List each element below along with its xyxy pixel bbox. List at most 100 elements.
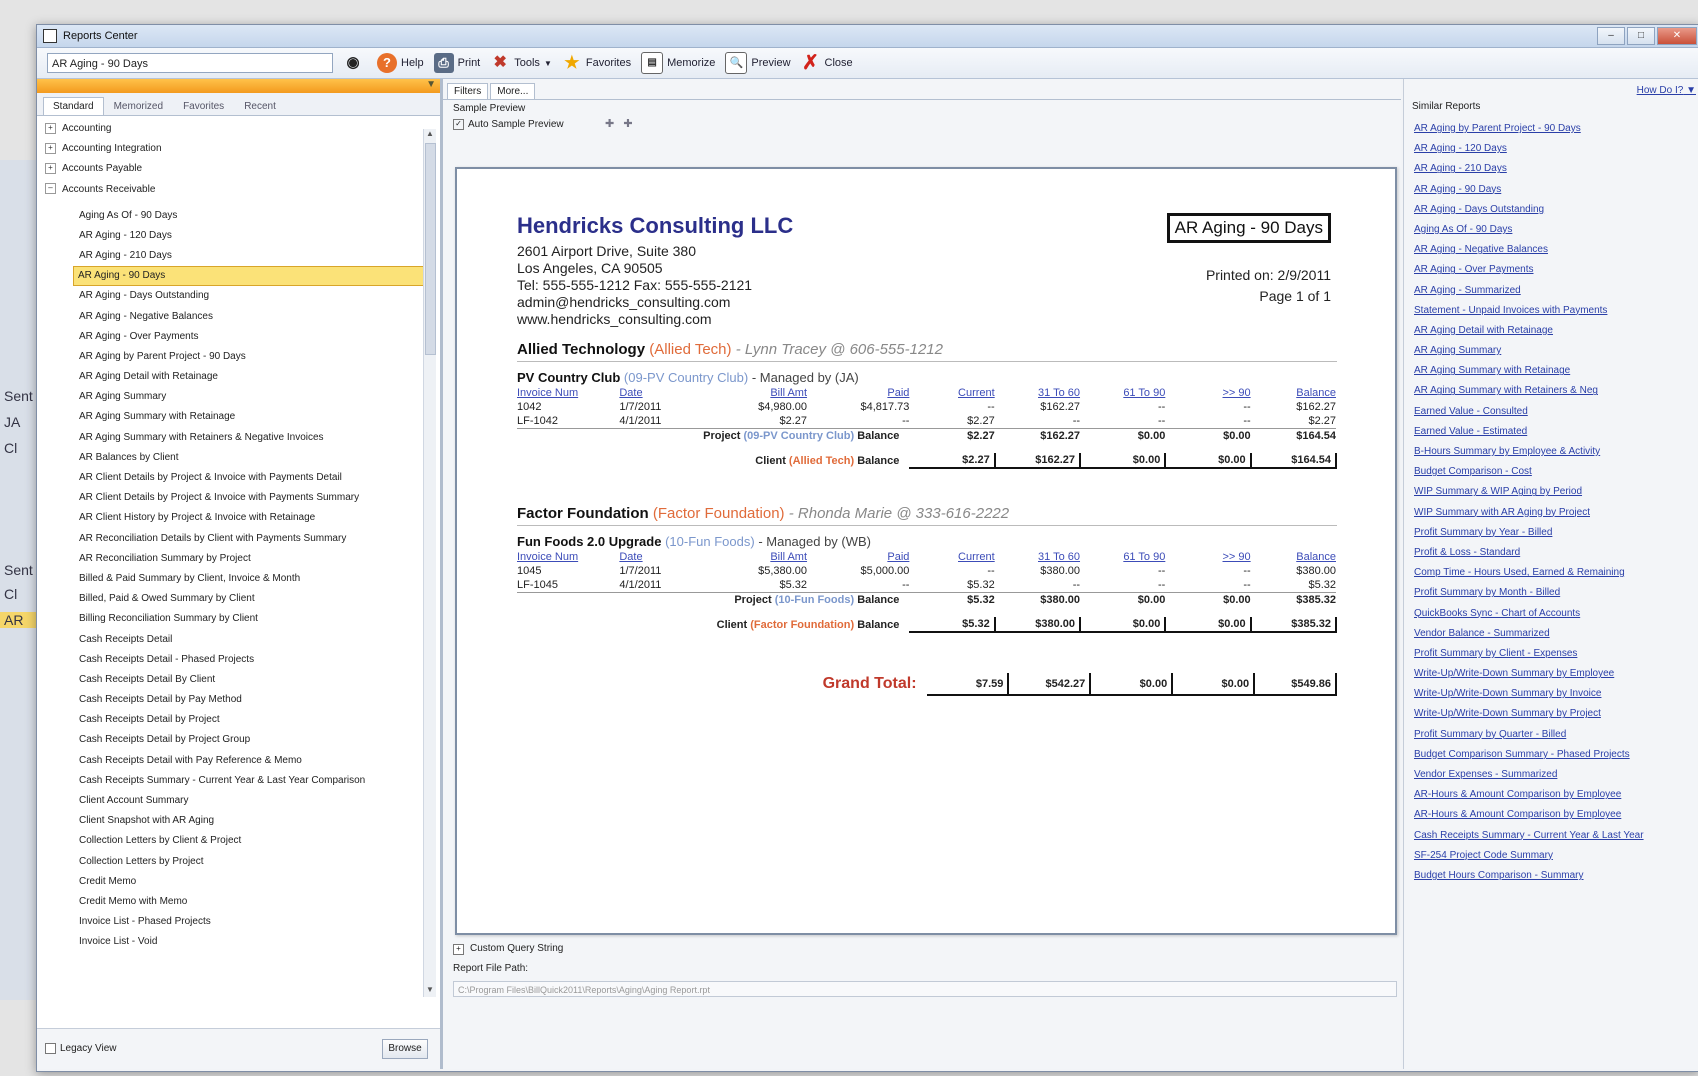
scroll-down-icon[interactable]: ▼ <box>424 985 436 997</box>
similar-report-link[interactable]: B-Hours Summary by Employee & Activity <box>1414 442 1698 462</box>
expand-icon[interactable]: + <box>45 163 56 175</box>
find-button[interactable]: ◉ <box>343 53 367 73</box>
similar-report-link[interactable]: AR Aging - Over Payments <box>1414 260 1698 280</box>
tree-item[interactable]: AR Client Details by Project & Invoice w… <box>43 468 431 488</box>
similar-report-link[interactable]: Write-Up/Write-Down Summary by Project <box>1414 704 1698 724</box>
collapse-icon[interactable]: – <box>45 183 56 195</box>
similar-report-link[interactable]: Write-Up/Write-Down Summary by Employee <box>1414 664 1698 684</box>
tree-item[interactable]: AR Aging - Days Outstanding <box>43 286 431 306</box>
similar-report-link[interactable]: AR Aging - Summarized <box>1414 281 1698 301</box>
tree-scrollbar[interactable]: ▲ ▼ <box>423 129 436 997</box>
tab-favorites[interactable]: Favorites <box>173 97 234 115</box>
similar-report-link[interactable]: Earned Value - Estimated <box>1414 422 1698 442</box>
print-button[interactable]: ⎙ Print <box>433 53 480 73</box>
tree-item[interactable]: Client Account Summary <box>43 791 431 811</box>
tree-item[interactable]: AR Aging by Parent Project - 90 Days <box>43 347 431 367</box>
similar-report-link[interactable]: SF-254 Project Code Summary <box>1414 846 1698 866</box>
tree-item[interactable]: Cash Receipts Detail by Project <box>43 710 431 730</box>
similar-report-link[interactable]: Comp Time - Hours Used, Earned & Remaini… <box>1414 563 1698 583</box>
tab-filters[interactable]: Filters <box>447 83 489 99</box>
tree-item[interactable]: AR Aging Summary with Retainers & Negati… <box>43 428 431 448</box>
similar-report-link[interactable]: AR Aging Summary with Retainers & Neg <box>1414 381 1698 401</box>
tree-item[interactable]: Collection Letters by Project <box>43 852 431 872</box>
tree-item[interactable]: Aging As Of - 90 Days <box>43 206 431 226</box>
similar-report-link[interactable]: AR Aging - 90 Days <box>1414 180 1698 200</box>
tree-item[interactable]: AR Aging Summary <box>43 387 431 407</box>
tab-memorized[interactable]: Memorized <box>104 97 173 115</box>
report-select[interactable]: AR Aging - 90 Days <box>47 53 333 73</box>
legacy-view-checkbox[interactable]: Legacy View <box>45 1043 117 1054</box>
minimize-button[interactable]: – <box>1597 27 1625 45</box>
tree-category[interactable]: + Accounting <box>43 119 431 139</box>
similar-report-link[interactable]: AR Aging Summary <box>1414 341 1698 361</box>
tab-recent[interactable]: Recent <box>234 97 286 115</box>
tree-category[interactable]: – Accounts Receivable <box>43 180 431 200</box>
similar-report-link[interactable]: AR Aging - Negative Balances <box>1414 240 1698 260</box>
tree-item[interactable]: Billed & Paid Summary by Client, Invoice… <box>43 569 431 589</box>
auto-sample-preview-checkbox[interactable]: ✓ Auto Sample Preview <box>453 119 564 130</box>
similar-report-link[interactable]: AR Aging Summary with Retainage <box>1414 361 1698 381</box>
similar-report-link[interactable]: AR Aging - 120 Days <box>1414 139 1698 159</box>
tree-item[interactable]: Cash Receipts Detail <box>43 630 431 650</box>
tree-item[interactable]: AR Client Details by Project & Invoice w… <box>43 488 431 508</box>
tree-item[interactable]: Cash Receipts Detail with Pay Reference … <box>43 751 431 771</box>
tree-item[interactable]: AR Reconciliation Details by Client with… <box>43 529 431 549</box>
tree-item[interactable]: AR Reconciliation Summary by Project <box>43 549 431 569</box>
pin-icon[interactable]: ▼ <box>426 79 436 90</box>
tree-item[interactable]: Cash Receipts Detail by Project Group <box>43 730 431 750</box>
similar-report-link[interactable]: Earned Value - Consulted <box>1414 402 1698 422</box>
similar-report-link[interactable]: AR Aging by Parent Project - 90 Days <box>1414 119 1698 139</box>
tools-button[interactable]: ✖ Tools ▼ <box>490 53 552 73</box>
tree-item[interactable]: Cash Receipts Detail - Phased Projects <box>43 650 431 670</box>
zoom-out-icon[interactable]: ✚ <box>623 118 632 130</box>
help-button[interactable]: ? Help <box>377 53 424 73</box>
similar-report-link[interactable]: QuickBooks Sync - Chart of Accounts <box>1414 604 1698 624</box>
zoom-in-icon[interactable]: ✚ <box>605 118 614 130</box>
tree-item[interactable]: Invoice List - Void <box>43 932 431 952</box>
similar-report-link[interactable]: Write-Up/Write-Down Summary by Invoice <box>1414 684 1698 704</box>
tree-item[interactable]: Client Snapshot with AR Aging <box>43 811 431 831</box>
similar-report-link[interactable]: AR Aging Detail with Retainage <box>1414 321 1698 341</box>
tree-item[interactable]: AR Aging - Over Payments <box>43 327 431 347</box>
close-button[interactable]: ✗ Close <box>801 53 853 73</box>
scroll-thumb[interactable] <box>425 143 436 355</box>
tree-item[interactable]: AR Balances by Client <box>43 448 431 468</box>
tree-item[interactable]: AR Client History by Project & Invoice w… <box>43 508 431 528</box>
tree-item[interactable]: Credit Memo with Memo <box>43 892 431 912</box>
tree-item[interactable]: Invoice List - Phased Projects <box>43 912 431 932</box>
tree-item[interactable]: Credit Memo <box>43 872 431 892</box>
tree-category[interactable]: + Accounting Integration <box>43 139 431 159</box>
tree-item-selected[interactable]: AR Aging - 90 Days <box>73 266 431 287</box>
similar-report-link[interactable]: AR-Hours & Amount Comparison by Employee <box>1414 805 1698 825</box>
tree-item[interactable]: AR Aging Summary with Retainage <box>43 407 431 427</box>
similar-report-link[interactable]: Profit Summary by Quarter - Billed <box>1414 725 1698 745</box>
browse-button[interactable]: Browse <box>382 1039 428 1059</box>
memorize-button[interactable]: ▤ Memorize <box>641 52 715 74</box>
tree-item[interactable]: Cash Receipts Detail by Pay Method <box>43 690 431 710</box>
similar-report-link[interactable]: Budget Hours Comparison - Summary <box>1414 866 1698 886</box>
similar-report-link[interactable]: AR-Hours & Amount Comparison by Employee <box>1414 785 1698 805</box>
custom-query-toggle[interactable]: + Custom Query String <box>453 943 563 955</box>
tree-category[interactable]: + Accounts Payable <box>43 159 431 179</box>
similar-report-link[interactable]: Statement - Unpaid Invoices with Payment… <box>1414 301 1698 321</box>
tree-item[interactable]: AR Aging - 210 Days <box>43 246 431 266</box>
tree-item[interactable]: Billing Reconciliation Summary by Client <box>43 609 431 629</box>
tree-item[interactable]: AR Aging Detail with Retainage <box>43 367 431 387</box>
similar-report-link[interactable]: AR Aging - Days Outstanding <box>1414 200 1698 220</box>
similar-report-link[interactable]: Aging As Of - 90 Days <box>1414 220 1698 240</box>
close-window-button[interactable]: ✕ <box>1657 27 1697 45</box>
similar-report-link[interactable]: Budget Comparison - Cost <box>1414 462 1698 482</box>
similar-report-link[interactable]: Profit Summary by Year - Billed <box>1414 523 1698 543</box>
tree-item[interactable]: AR Aging - Negative Balances <box>43 307 431 327</box>
tree-item[interactable]: Billed, Paid & Owed Summary by Client <box>43 589 431 609</box>
similar-report-link[interactable]: WIP Summary with AR Aging by Project <box>1414 503 1698 523</box>
similar-report-link[interactable]: Budget Comparison Summary - Phased Proje… <box>1414 745 1698 765</box>
similar-report-link[interactable]: WIP Summary & WIP Aging by Period <box>1414 482 1698 502</box>
tab-more[interactable]: More... <box>490 83 536 99</box>
similar-report-link[interactable]: Profit Summary by Month - Billed <box>1414 583 1698 603</box>
tree-item[interactable]: Collection Letters by Client & Project <box>43 831 431 851</box>
expand-icon[interactable]: + <box>45 143 56 155</box>
favorites-button[interactable]: ★ Favorites <box>562 53 631 73</box>
similar-report-link[interactable]: Profit & Loss - Standard <box>1414 543 1698 563</box>
tree-item[interactable]: Cash Receipts Detail By Client <box>43 670 431 690</box>
